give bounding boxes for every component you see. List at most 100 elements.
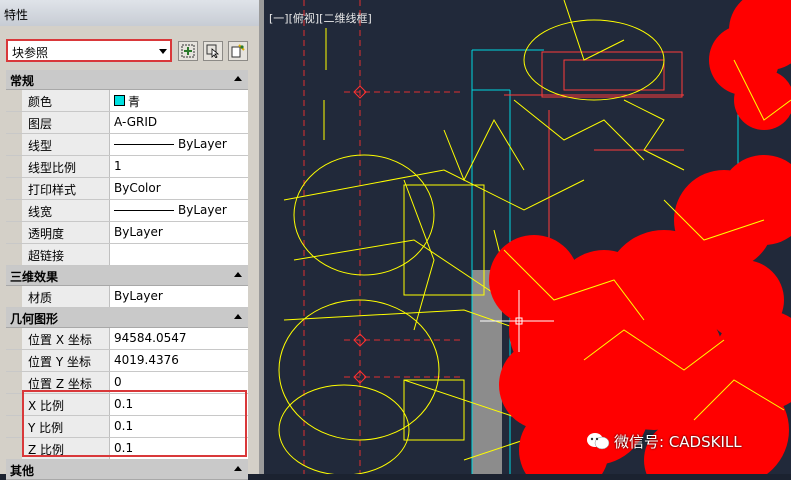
pos-y-label-text: 位置 Y 坐标 xyxy=(28,355,91,369)
section-general-title: 常规 xyxy=(10,74,35,88)
row-scale-x[interactable]: X 比例 0.1 xyxy=(6,394,248,416)
section-misc-title: 其他 xyxy=(10,464,35,478)
red-revision-clouds xyxy=(489,0,791,474)
row-scale-y[interactable]: Y 比例 0.1 xyxy=(6,416,248,438)
material-value-text: ByLayer xyxy=(114,289,163,303)
material-label-text: 材质 xyxy=(28,291,53,305)
select-objects-button[interactable] xyxy=(203,41,223,61)
material-value[interactable]: ByLayer xyxy=(110,286,248,307)
scale-y-value-text: 0.1 xyxy=(114,419,134,433)
section-geometry-title: 几何图形 xyxy=(10,312,59,326)
palette-titlebar[interactable]: 特性 xyxy=(0,0,259,27)
linetype-sample-icon xyxy=(114,144,174,145)
scale-z-value[interactable]: 0.1 xyxy=(110,438,248,459)
scale-x-label-text: X 比例 xyxy=(28,399,65,413)
section-3d[interactable]: 三维效果 xyxy=(6,266,248,286)
row-transparency[interactable]: 透明度 ByLayer xyxy=(6,222,248,244)
scale-z-label-text: Z 比例 xyxy=(28,443,65,457)
row-gutter xyxy=(6,156,22,177)
row-lineweight[interactable]: 线宽 ByLayer xyxy=(6,200,248,222)
row-gutter xyxy=(6,372,22,393)
scale-z-label: Z 比例 xyxy=(22,438,110,459)
row-linetype[interactable]: 线型 ByLayer xyxy=(6,134,248,156)
scale-y-value[interactable]: 0.1 xyxy=(110,416,248,437)
scale-x-value-text: 0.1 xyxy=(114,397,134,411)
ltscale-value[interactable]: 1 xyxy=(110,156,248,177)
row-layer[interactable]: 图层 A-GRID xyxy=(6,112,248,134)
drawing-canvas[interactable]: [一][俯视][二维线框] 微信号: CADSKILL xyxy=(264,0,791,474)
lineweight-sample-icon xyxy=(114,210,174,211)
row-gutter xyxy=(6,350,22,371)
row-pos-z[interactable]: 位置 Z 坐标 0 xyxy=(6,372,248,394)
pos-y-label: 位置 Y 坐标 xyxy=(22,350,110,371)
section-general[interactable]: 常规 xyxy=(6,70,248,90)
row-gutter xyxy=(6,200,22,221)
pos-x-value[interactable]: 94584.0547 xyxy=(110,328,248,349)
color-swatch-icon xyxy=(114,95,125,106)
row-gutter xyxy=(6,178,22,199)
toggle-pickadd-button[interactable] xyxy=(228,41,248,61)
row-gutter xyxy=(6,244,22,265)
lineweight-value-text: ByLayer xyxy=(178,203,227,217)
scale-x-value[interactable]: 0.1 xyxy=(110,394,248,415)
row-scale-z[interactable]: Z 比例 0.1 xyxy=(6,438,248,460)
select-objects-icon xyxy=(206,44,220,58)
row-pos-y[interactable]: 位置 Y 坐标 4019.4376 xyxy=(6,350,248,372)
plotstyle-value[interactable]: ByColor xyxy=(110,178,248,199)
layer-value[interactable]: A-GRID xyxy=(110,112,248,133)
row-gutter xyxy=(6,394,22,415)
color-value[interactable]: 青 xyxy=(110,90,248,111)
transparency-value[interactable]: ByLayer xyxy=(110,222,248,243)
linetype-value[interactable]: ByLayer xyxy=(110,134,248,155)
collapse-icon[interactable] xyxy=(234,466,242,471)
ltscale-value-text: 1 xyxy=(114,159,122,173)
viewport-controls[interactable]: [一][俯视][二维线框] xyxy=(269,10,372,26)
pos-y-value[interactable]: 4019.4376 xyxy=(110,350,248,371)
plotstyle-label: 打印样式 xyxy=(22,178,110,199)
row-plotstyle[interactable]: 打印样式 ByColor xyxy=(6,178,248,200)
plotstyle-value-text: ByColor xyxy=(114,181,161,195)
quick-select-button[interactable] xyxy=(178,41,198,61)
pos-x-value-text: 94584.0547 xyxy=(114,331,187,345)
lineweight-value[interactable]: ByLayer xyxy=(110,200,248,221)
palette-title: 特性 xyxy=(4,8,29,22)
ltscale-label-text: 线型比例 xyxy=(28,161,77,175)
transparency-value-text: ByLayer xyxy=(114,225,163,239)
row-material[interactable]: 材质 ByLayer xyxy=(6,286,248,308)
property-grid: 常规 颜色 青 图层 A-GRID 线型 ByLayer 线型比例 1 打印样式… xyxy=(6,70,248,480)
object-type-dropdown[interactable]: 块参照 xyxy=(6,39,172,62)
red-dashed-lines xyxy=(303,0,464,474)
hyperlink-value[interactable] xyxy=(110,244,248,265)
hyperlink-label-text: 超链接 xyxy=(28,249,65,263)
pos-z-value[interactable]: 0 xyxy=(110,372,248,393)
row-color[interactable]: 颜色 青 xyxy=(6,90,248,112)
wechat-icon xyxy=(587,433,610,450)
row-ltscale[interactable]: 线型比例 1 xyxy=(6,156,248,178)
transparency-label-text: 透明度 xyxy=(28,227,65,241)
object-type-value: 块参照 xyxy=(12,46,49,60)
dropdown-arrow-icon[interactable] xyxy=(159,49,167,54)
color-label-text: 颜色 xyxy=(28,95,53,109)
row-gutter xyxy=(6,222,22,243)
color-label: 颜色 xyxy=(22,90,110,111)
collapse-icon[interactable] xyxy=(234,76,242,81)
section-misc[interactable]: 其他 xyxy=(6,460,248,480)
row-gutter xyxy=(6,438,22,459)
ltscale-label: 线型比例 xyxy=(22,156,110,177)
scale-z-value-text: 0.1 xyxy=(114,441,134,455)
collapse-icon[interactable] xyxy=(234,314,242,319)
row-hyperlink[interactable]: 超链接 xyxy=(6,244,248,266)
watermark-text: 微信号: CADSKILL xyxy=(614,433,742,451)
lineweight-label: 线宽 xyxy=(22,200,110,221)
section-geometry[interactable]: 几何图形 xyxy=(6,308,248,328)
color-value-text: 青 xyxy=(128,95,141,109)
row-pos-x[interactable]: 位置 X 坐标 94584.0547 xyxy=(6,328,248,350)
pos-z-label-text: 位置 Z 坐标 xyxy=(28,377,92,391)
pos-z-value-text: 0 xyxy=(114,375,122,389)
layer-label-text: 图层 xyxy=(28,117,53,131)
pos-x-label-text: 位置 X 坐标 xyxy=(28,333,92,347)
hyperlink-label: 超链接 xyxy=(22,244,110,265)
scale-y-label: Y 比例 xyxy=(22,416,110,437)
collapse-icon[interactable] xyxy=(234,272,242,277)
material-label: 材质 xyxy=(22,286,110,307)
